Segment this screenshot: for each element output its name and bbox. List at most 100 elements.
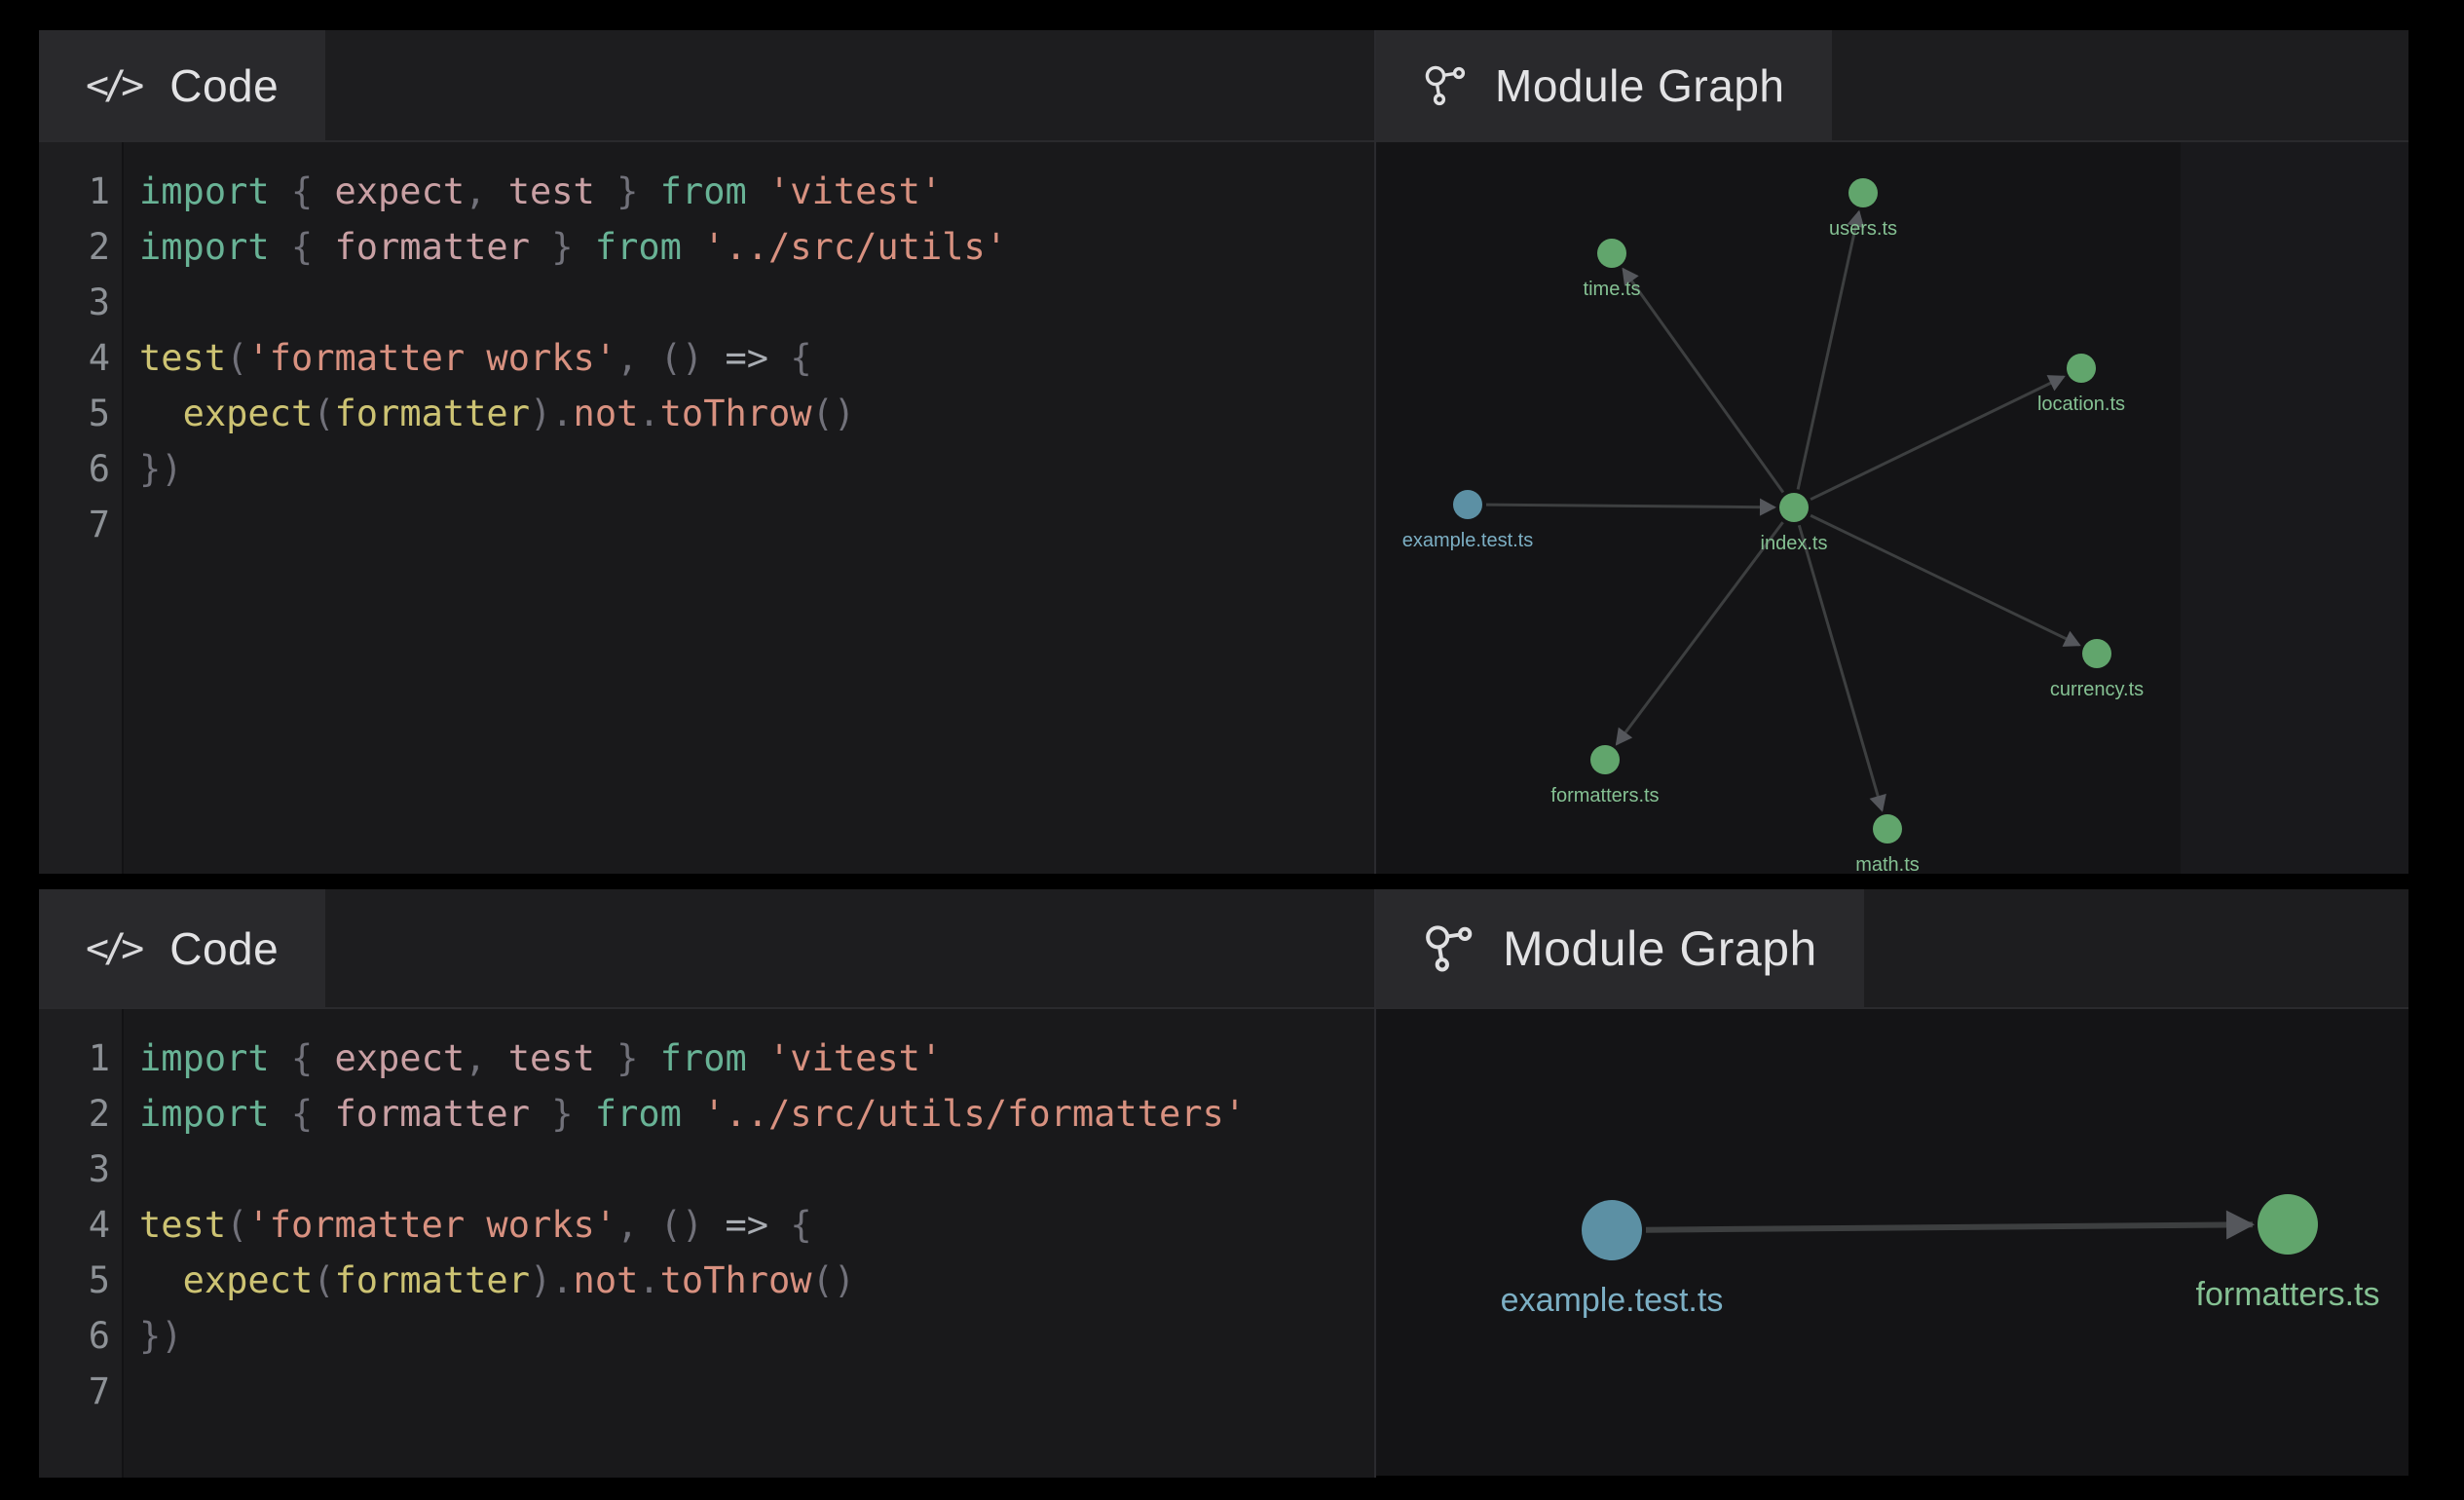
code-editor-2[interactable]: 1import { expect, test } from 'vitest'2i…	[39, 1009, 1374, 1478]
module-graph-panel-2-header: Module Graph	[1376, 889, 2408, 1009]
line-number: 1	[39, 1031, 124, 1086]
code-line: 4test('formatter works', () => {	[39, 1197, 1374, 1253]
graph-node-formatters[interactable]	[2258, 1194, 2318, 1255]
code-panel-1-header: </> Code	[39, 30, 1374, 142]
comparison-grid: </> Code 1import { expect, test } from '…	[39, 30, 2408, 1493]
graph-node-time[interactable]	[1597, 239, 1626, 268]
tab-code-2[interactable]: </> Code	[39, 889, 325, 1007]
line-number: 7	[39, 1364, 124, 1419]
graph-edge-index-location	[1811, 377, 2064, 500]
line-number: 3	[39, 275, 124, 330]
graph-node-label-formatters: formatters.ts	[1550, 785, 1659, 806]
code-text	[124, 1142, 139, 1197]
code-text	[124, 275, 139, 330]
code-text: test('formatter works', () => {	[124, 330, 812, 386]
tab-module-graph-2[interactable]: Module Graph	[1376, 889, 1864, 1007]
line-number: 4	[39, 330, 124, 386]
module-graph-panel-1-header: Module Graph	[1376, 30, 2408, 142]
graph-node-currency[interactable]	[2082, 639, 2111, 668]
code-panel-1: </> Code 1import { expect, test } from '…	[39, 30, 1374, 874]
module-graph-body-1: users.tstime.tslocation.tsexample.test.t…	[1376, 142, 2408, 874]
code-line: 5 expect(formatter).not.toThrow()	[39, 386, 1374, 441]
graph-node-math[interactable]	[1873, 814, 1902, 844]
graph-edge-index-time	[1624, 269, 1783, 492]
code-icon: </>	[86, 926, 144, 971]
graph-node-label-users: users.ts	[1829, 218, 1897, 240]
code-line: 7	[39, 497, 1374, 552]
code-icon: </>	[86, 63, 144, 108]
graph-node-index[interactable]	[1779, 493, 1809, 522]
graph-edge-index-currency	[1811, 515, 2079, 645]
line-number: 5	[39, 1253, 124, 1308]
graph-node-example[interactable]	[1582, 1200, 1642, 1260]
code-content-2: 1import { expect, test } from 'vitest'2i…	[39, 1009, 1374, 1419]
module-graph-canvas-2[interactable]: example.test.ts formatters.ts	[1376, 1009, 2408, 1476]
tab-code-label: Code	[169, 922, 279, 975]
graph-edge-example-index	[1486, 505, 1774, 507]
line-number: 3	[39, 1142, 124, 1197]
module-graph-panel-1: Module Graph users.tstime.tslocation.tse…	[1374, 30, 2408, 874]
code-editor-1[interactable]: 1import { expect, test } from 'vitest'2i…	[39, 142, 1374, 874]
code-line: 2import { formatter } from '../src/utils…	[39, 219, 1374, 275]
code-line: 2import { formatter } from '../src/utils…	[39, 1086, 1374, 1142]
code-text: expect(formatter).not.toThrow()	[124, 1253, 855, 1308]
line-number: 1	[39, 164, 124, 219]
graph-node-label-index: index.ts	[1761, 533, 1828, 554]
code-text: })	[124, 1308, 183, 1364]
graph-node-label-time: time.ts	[1584, 279, 1641, 300]
graph-edge-index-formatters	[1617, 522, 1783, 744]
code-text	[124, 497, 139, 552]
graph-edge-index-math	[1799, 525, 1882, 810]
code-panel-2: </> Code 1import { expect, test } from '…	[39, 889, 1374, 1478]
tab-code-1[interactable]: </> Code	[39, 30, 325, 140]
tab-code-label: Code	[169, 59, 279, 112]
code-text: import { expect, test } from 'vitest'	[124, 1031, 942, 1086]
line-number: 6	[39, 1308, 124, 1364]
code-text: import { expect, test } from 'vitest'	[124, 164, 942, 219]
graph-node-users[interactable]	[1848, 178, 1878, 207]
module-graph-icon	[1423, 921, 1477, 976]
line-number: 7	[39, 497, 124, 552]
module-graph-icon	[1423, 62, 1470, 109]
module-graph-canvas-1[interactable]: users.tstime.tslocation.tsexample.test.t…	[1376, 142, 2181, 874]
code-line: 4test('formatter works', () => {	[39, 330, 1374, 386]
line-number: 2	[39, 219, 124, 275]
code-line: 6})	[39, 1308, 1374, 1364]
code-line: 3	[39, 275, 1374, 330]
module-graph-body-2: example.test.ts formatters.ts	[1376, 1009, 2408, 1478]
code-text: })	[124, 441, 183, 497]
comparison-row-1: </> Code 1import { expect, test } from '…	[39, 30, 2408, 874]
panel-filler	[2181, 142, 2408, 874]
line-number: 5	[39, 386, 124, 441]
code-text: test('formatter works', () => {	[124, 1197, 812, 1253]
code-panel-2-header: </> Code	[39, 889, 1374, 1009]
code-line: 3	[39, 1142, 1374, 1197]
tab-module-graph-label: Module Graph	[1495, 59, 1785, 112]
module-graph-panel-2: Module Graph example.test.ts formatters.t…	[1374, 889, 2408, 1478]
line-number: 4	[39, 1197, 124, 1253]
code-text: import { formatter } from '../src/utils'	[124, 219, 1007, 275]
graph-node-example[interactable]	[1453, 490, 1482, 519]
code-line: 7	[39, 1364, 1374, 1419]
graph-node-location[interactable]	[2067, 354, 2096, 383]
graph-node-label-example: example.test.ts	[1501, 1282, 1724, 1319]
graph-node-label-currency: currency.ts	[2050, 679, 2144, 700]
code-text: import { formatter } from '../src/utils/…	[124, 1086, 1246, 1142]
graph-node-formatters[interactable]	[1590, 745, 1620, 774]
screenshot-root: </> Code 1import { expect, test } from '…	[0, 0, 2464, 1500]
code-line: 5 expect(formatter).not.toThrow()	[39, 1253, 1374, 1308]
comparison-row-2: </> Code 1import { expect, test } from '…	[39, 889, 2408, 1478]
code-line: 1import { expect, test } from 'vitest'	[39, 1031, 1374, 1086]
code-text: expect(formatter).not.toThrow()	[124, 386, 855, 441]
code-line: 6})	[39, 441, 1374, 497]
graph-node-label-formatters: formatters.ts	[2196, 1276, 2380, 1313]
tab-module-graph-label: Module Graph	[1503, 920, 1817, 977]
line-number: 6	[39, 441, 124, 497]
code-content-1: 1import { expect, test } from 'vitest'2i…	[39, 142, 1374, 552]
graph-edge-example-formatters	[1646, 1224, 2253, 1229]
graph-node-label-location: location.ts	[2037, 394, 2125, 415]
graph-edge-index-users	[1798, 212, 1859, 490]
graph-node-label-math: math.ts	[1855, 854, 1920, 874]
code-line: 1import { expect, test } from 'vitest'	[39, 164, 1374, 219]
tab-module-graph-1[interactable]: Module Graph	[1376, 30, 1832, 140]
